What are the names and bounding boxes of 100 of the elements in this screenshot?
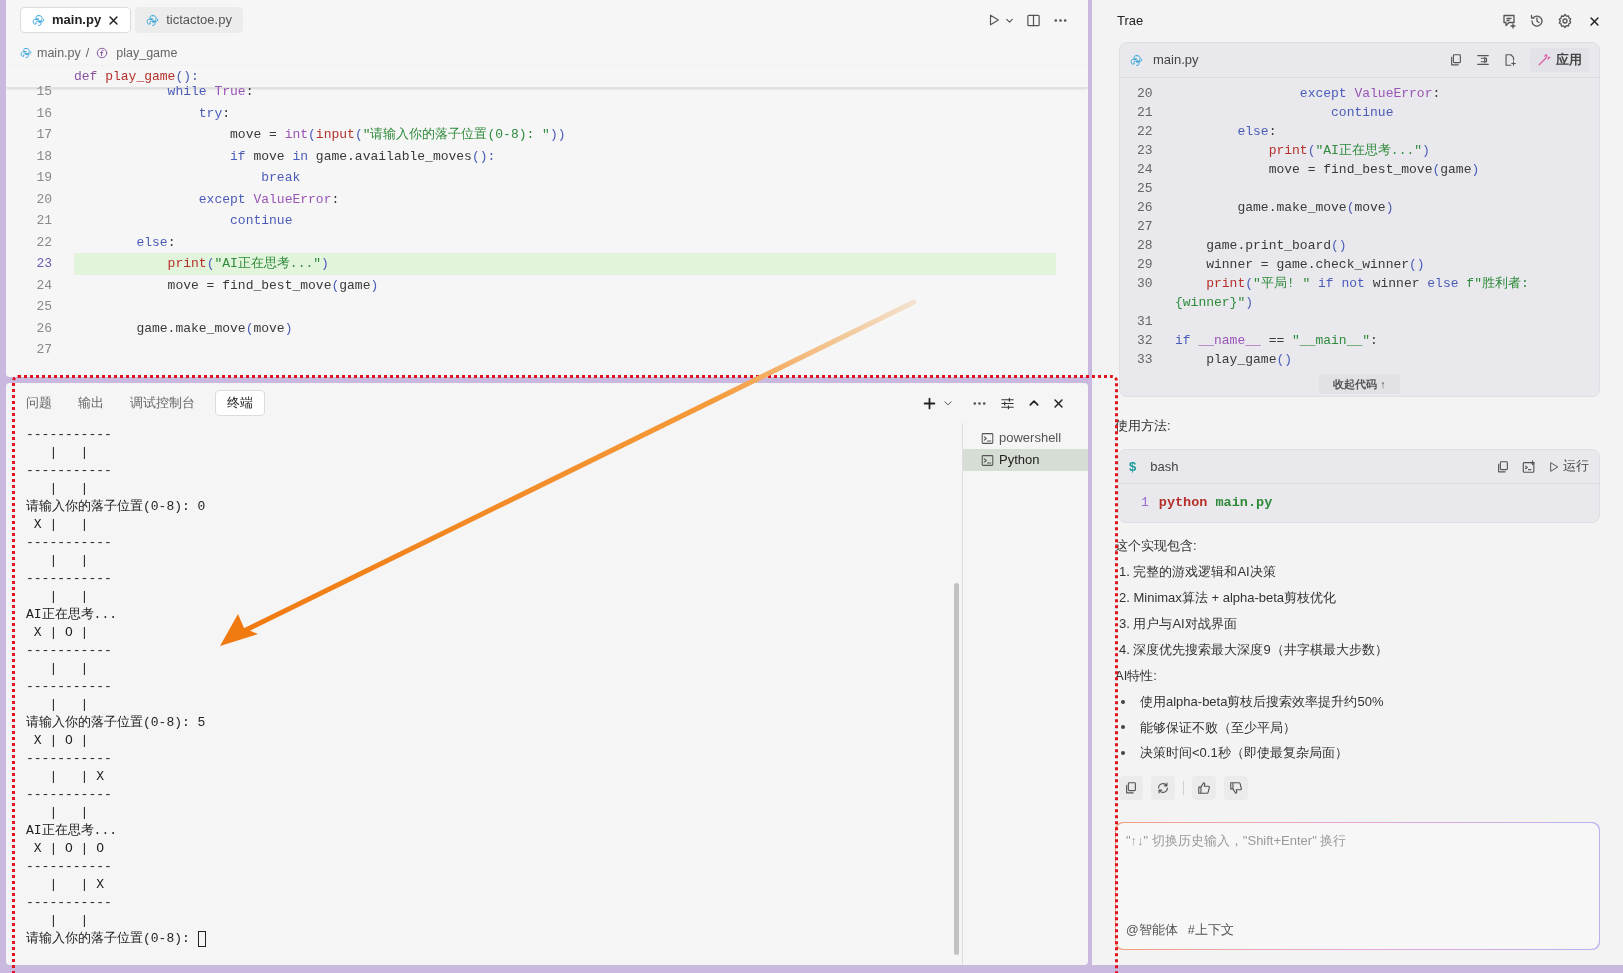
language-label: bash [1150, 457, 1179, 476]
terminal-session[interactable]: Python [963, 449, 1088, 471]
caret-icon[interactable] [943, 398, 953, 408]
code-line: else: [135, 233, 177, 252]
list-item: 4. 深度优先搜索最大深度9（井字棋最大步数） [1118, 641, 1389, 659]
copy-icon[interactable] [1449, 53, 1463, 67]
mention-button[interactable]: #上下文 [1187, 921, 1234, 940]
panel-tab[interactable]: 问题 [20, 390, 58, 416]
terminal-line: ----------- [26, 750, 112, 768]
new-chat-icon[interactable] [1501, 13, 1517, 29]
code-line: print("平局! " if not winner else f"胜利者: {winner}") [1175, 275, 1530, 312]
history-icon[interactable] [1529, 13, 1545, 29]
line-number: 21 [1136, 104, 1154, 122]
line-number: 20 [1136, 85, 1154, 103]
line-number: 17 [35, 126, 52, 144]
breadcrumb-item[interactable]: main.py [37, 43, 81, 63]
insert-icon[interactable] [1476, 53, 1490, 67]
terminal-line: | | [48, 552, 89, 570]
breadcrumb-item[interactable]: play_game [116, 43, 178, 63]
line-number: 30 [1136, 275, 1154, 293]
terminal-line: 请输入你的落子位置(0-8): 5 [26, 714, 206, 732]
terminal-line: 请输入你的落子位置(0-8): 0 [26, 498, 206, 516]
line-number: 15 [35, 83, 52, 101]
terminal-line: | | [48, 912, 89, 930]
line-number: 25 [1136, 180, 1154, 198]
terminal-line: AI正在思考... [26, 606, 117, 624]
terminal-line: ----------- [26, 678, 112, 696]
chevron-up-icon[interactable] [1028, 397, 1040, 409]
terminal-icon[interactable] [1522, 459, 1536, 474]
line-number: 21 [35, 212, 52, 230]
function-icon [96, 47, 109, 59]
list-item: 1. 完整的游戏逻辑和AI决策 [1118, 563, 1277, 581]
run-button[interactable]: 运行 [1548, 457, 1589, 476]
close-icon[interactable] [108, 14, 120, 26]
code-line: while True: [166, 83, 255, 101]
line-number: 19 [35, 169, 52, 187]
prompt-symbol: $ [1129, 457, 1137, 476]
terminal-icon [981, 431, 994, 445]
line-number: 28 [1136, 237, 1154, 255]
editor-tab[interactable]: tictactoe.py [135, 7, 243, 33]
code-line: except ValueError: [1298, 85, 1442, 103]
mention-button[interactable]: @智能体 [1126, 921, 1178, 940]
panel-tab[interactable]: 输出 [72, 390, 110, 416]
line-number: 23 [1136, 142, 1154, 160]
scrollbar-thumb[interactable] [954, 583, 959, 955]
terminal-line: ----------- [26, 426, 112, 444]
line-number: 29 [1136, 256, 1154, 274]
terminal-line: AI正在思考... [26, 822, 117, 840]
terminal-line: | | [48, 480, 89, 498]
apply-button[interactable]: 应用 [1530, 48, 1589, 72]
list-item: 2. Minimax算法 + alpha-beta剪枝优化 [1118, 589, 1338, 607]
sliders-icon[interactable] [1000, 395, 1015, 411]
code-line: break [260, 169, 302, 187]
line-number: 26 [1136, 199, 1154, 217]
panel-title: Trae [1117, 12, 1144, 31]
list-item: 决策时间<0.1秒（即使最复杂局面） [1140, 744, 1348, 762]
terminal-line: ----------- [26, 570, 112, 588]
editor-tab[interactable]: main.py [20, 7, 132, 33]
code-line: if move in game.available_moves(): [229, 147, 497, 166]
terminal-session[interactable]: powershell [963, 427, 1088, 449]
close-icon[interactable] [1053, 397, 1064, 409]
code-line: game.print_board() [1205, 237, 1348, 255]
line-number: 24 [1136, 161, 1154, 179]
copy-icon[interactable] [1119, 775, 1143, 800]
magic-wand-icon [1537, 53, 1551, 67]
terminal-line: ----------- [26, 858, 112, 876]
code-line: game.make_move(move) [135, 319, 294, 338]
code-line: python main.py [1158, 493, 1273, 512]
list-item: 使用alpha-beta剪枝后搜索效率提升约50% [1140, 693, 1384, 711]
panel-tab[interactable]: 终端 [215, 390, 265, 416]
paragraph-text: 使用方法: [1115, 417, 1172, 435]
split-editor-icon[interactable] [1026, 12, 1041, 28]
terminal-line: X | | [32, 516, 89, 534]
settings-icon[interactable] [1557, 13, 1573, 29]
thumbs-down-icon[interactable] [1224, 775, 1248, 800]
terminal-line: X | O | [32, 732, 89, 750]
panel-tab[interactable]: 调试控制台 [124, 390, 201, 416]
refresh-icon[interactable] [1151, 775, 1175, 800]
collapse-code-button[interactable]: 收起代码 ↑ [1319, 374, 1400, 394]
line-number: 27 [1136, 218, 1154, 236]
close-icon[interactable] [1589, 15, 1600, 27]
run-icon[interactable] [987, 13, 1001, 27]
thumbs-up-icon[interactable] [1192, 775, 1216, 800]
terminal-line: | | [48, 444, 89, 462]
terminal-line: X | O | O [32, 840, 104, 858]
line-number: 32 [1136, 332, 1154, 350]
terminal-line: | | X [48, 876, 104, 894]
terminal-line: ----------- [26, 534, 112, 552]
terminal-line: ----------- [26, 642, 112, 660]
terminal-line: ----------- [26, 462, 112, 480]
copy-icon[interactable] [1496, 459, 1510, 474]
list-item: 能够保证不败（至少平局） [1140, 718, 1296, 737]
line-number: 23 [35, 255, 52, 273]
terminal-line: ----------- [26, 894, 112, 912]
plus-icon[interactable] [923, 396, 936, 410]
code-line: winner = game.check_winner() [1205, 256, 1426, 274]
line-number: 31 [1136, 313, 1154, 331]
line-number: 26 [35, 319, 52, 338]
new-file-icon[interactable] [1503, 53, 1517, 67]
chat-input-field[interactable]: "↑↓" 切换历史输入，"Shift+Enter" 换行 @智能体 #上下文 [1115, 821, 1600, 950]
